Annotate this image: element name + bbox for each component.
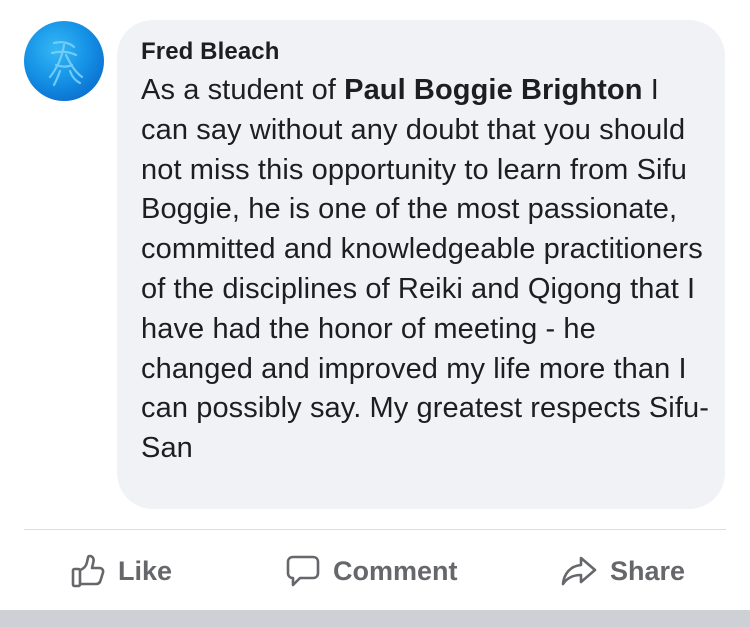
- bottom-separator-bar: [0, 610, 750, 627]
- mentioned-user-link[interactable]: Paul Boggie Brighton: [344, 74, 642, 106]
- comment-actions-bar: Like Comment Share: [0, 540, 750, 602]
- share-button[interactable]: Share: [560, 550, 685, 592]
- comment-text: As a student of Paul Boggie Brighton I c…: [141, 71, 711, 469]
- comment-text-body: I can say without any doubt that you sho…: [141, 74, 709, 465]
- avatar-emblem-icon: [48, 41, 84, 87]
- comment-author-name[interactable]: Fred Bleach: [141, 36, 705, 68]
- comment-bubble: Fred Bleach As a student of Paul Boggie …: [117, 20, 725, 509]
- share-label: Share: [610, 555, 686, 586]
- comment-button[interactable]: Comment: [285, 550, 458, 592]
- actions-divider: [24, 529, 726, 530]
- avatar[interactable]: [24, 21, 104, 101]
- thumbs-up-icon: [70, 553, 106, 589]
- comment-text-intro: As a student of: [141, 74, 345, 106]
- comment-label: Comment: [333, 555, 458, 586]
- speech-bubble-icon: [285, 553, 321, 589]
- like-button[interactable]: Like: [70, 550, 172, 592]
- like-label: Like: [118, 555, 173, 586]
- share-arrow-icon: [560, 553, 598, 589]
- comment-card: Fred Bleach As a student of Paul Boggie …: [0, 0, 750, 627]
